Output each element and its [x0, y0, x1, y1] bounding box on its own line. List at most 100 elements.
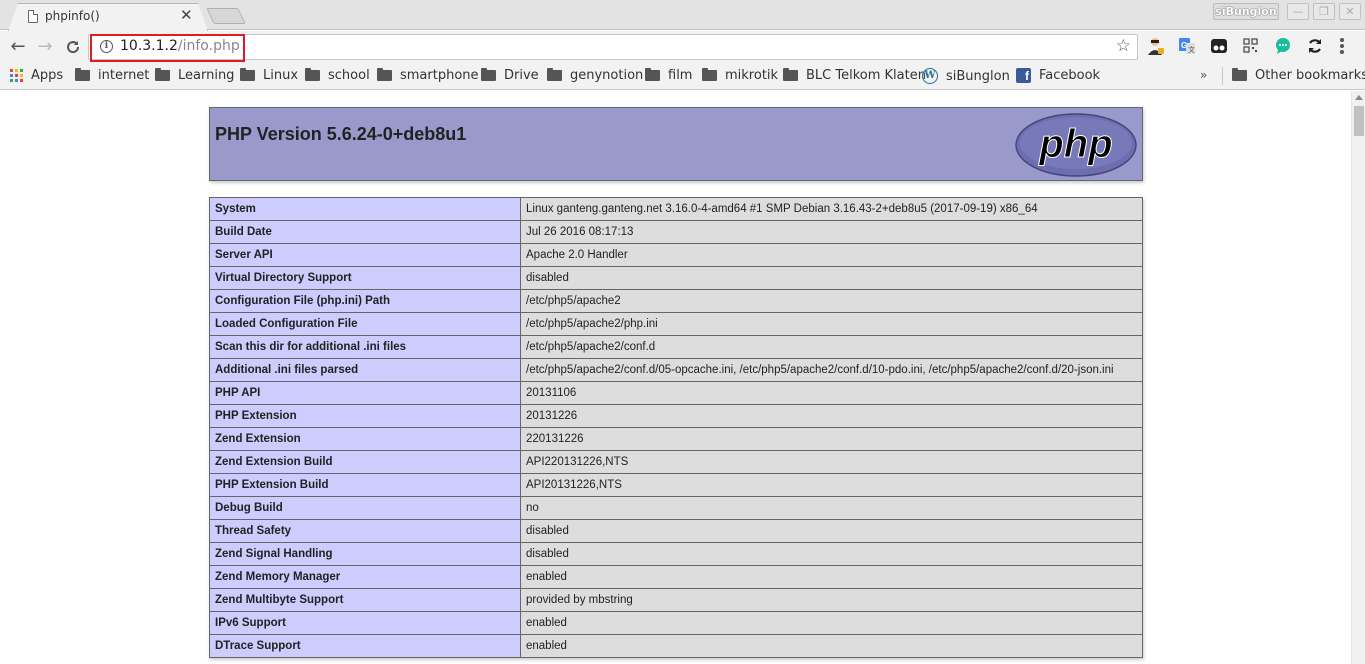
bookmark-label: internet: [98, 68, 150, 83]
bookmark-star-icon[interactable]: ☆: [1116, 36, 1131, 56]
back-button[interactable]: ←: [6, 35, 30, 59]
table-row: Loaded Configuration File/etc/php5/apach…: [209, 312, 1143, 336]
row-key: DTrace Support: [209, 634, 521, 658]
table-row: Server API Apache 2.0 Handler: [209, 243, 1143, 267]
bookmark-label: school: [328, 68, 370, 83]
php-logo-icon[interactable]: php: [1014, 112, 1138, 178]
row-value: Jul 26 2016 08:17:13: [520, 220, 1143, 244]
folder-icon: [547, 68, 562, 81]
bookmark-folder-linux[interactable]: Linux: [240, 68, 298, 83]
row-key: Additional .ini files parsed: [209, 358, 521, 382]
bookmarks-overflow-button[interactable]: »: [1200, 68, 1207, 82]
folder-icon: [783, 68, 798, 81]
row-key: Debug Build: [209, 496, 521, 520]
row-value: /etc/php5/apache2: [520, 289, 1143, 313]
sync-icon[interactable]: [1305, 36, 1327, 58]
row-value: enabled: [520, 634, 1143, 658]
apps-grid-icon: [10, 69, 23, 82]
table-row: PHP Extension Build API20131226,NTS: [209, 473, 1143, 497]
table-row: Zend Extension 220131226: [209, 427, 1143, 451]
folder-icon: [240, 68, 255, 81]
table-row: Zend Memory Manager enabled: [209, 565, 1143, 589]
address-bar[interactable]: i 10.3.1.2/info.php ☆: [88, 34, 1138, 60]
bookmark-label: Learning: [178, 68, 235, 83]
row-value: provided by mbstring: [520, 588, 1143, 612]
google-translate-icon[interactable]: G文: [1177, 36, 1199, 58]
table-row: Scan this dir for additional .ini files /…: [209, 335, 1143, 359]
row-key: IPv6 Support: [209, 611, 521, 635]
facebook-icon: f: [1016, 68, 1031, 83]
vertical-scrollbar[interactable]: [1351, 91, 1365, 664]
info-icon[interactable]: i: [100, 40, 113, 53]
page-icon: [28, 10, 38, 23]
bookmark-label: Drive: [504, 68, 539, 83]
row-value: Apache 2.0 Handler: [520, 243, 1143, 267]
folder-icon: [155, 68, 170, 81]
tab-close-icon[interactable]: ✕: [180, 6, 193, 24]
row-value: enabled: [520, 611, 1143, 635]
close-window-button[interactable]: ✕: [1339, 3, 1361, 20]
bookmark-folder-film[interactable]: film: [645, 68, 692, 83]
table-row: System Linux ganteng.ganteng.net 3.16.0-4…: [209, 197, 1143, 221]
row-value: 20131106: [520, 381, 1143, 405]
folder-icon: [75, 68, 90, 81]
bookmark-folder-mikrotik[interactable]: mikrotik: [702, 68, 778, 83]
table-row: Build Date Jul 26 2016 08:17:13: [209, 220, 1143, 244]
tampermonkey-icon[interactable]: [1209, 36, 1231, 58]
bookmark-folder-internet[interactable]: internet: [75, 68, 149, 83]
bookmark-folder-school[interactable]: school: [305, 68, 370, 83]
chat-bubble-icon[interactable]: [1273, 36, 1295, 58]
url-text[interactable]: 10.3.1.2/info.php: [120, 38, 240, 54]
bookmark-facebook[interactable]: f Facebook: [1016, 68, 1100, 83]
bookmark-folder-genynotion[interactable]: genynotion: [547, 68, 643, 83]
bookmark-folder-learning[interactable]: Learning: [155, 68, 234, 83]
folder-icon: [481, 68, 496, 81]
folder-icon: [1232, 68, 1247, 81]
restore-button[interactable]: ❐: [1313, 3, 1335, 20]
toolbar: ← → i 10.3.1.2/info.php ☆ G文: [0, 31, 1365, 63]
minimize-button[interactable]: —: [1287, 3, 1309, 20]
profile-button[interactable]: siBunglon: [1213, 3, 1279, 20]
folder-icon: [305, 68, 320, 81]
table-row: DTrace Support enabled: [209, 634, 1143, 658]
table-row: Zend Signal Handling disabled: [209, 542, 1143, 566]
new-tab-button[interactable]: [206, 8, 246, 24]
bookmark-sibunglon[interactable]: W siBunglon: [922, 68, 1010, 84]
scroll-thumb[interactable]: [1354, 106, 1364, 136]
chrome-menu-icon[interactable]: [1340, 38, 1344, 56]
row-key: Build Date: [209, 220, 521, 244]
folder-icon: [702, 68, 717, 81]
row-key: PHP API: [209, 381, 521, 405]
table-row: Zend Multibyte Support provided by mbstri…: [209, 588, 1143, 612]
row-value: Linux ganteng.ganteng.net 3.16.0-4-amd64…: [520, 197, 1143, 221]
reload-icon: [67, 41, 80, 54]
row-key: Scan this dir for additional .ini files: [209, 335, 521, 359]
row-key: Zend Extension Build: [209, 450, 521, 474]
bookmark-folder-drive[interactable]: Drive: [481, 68, 539, 83]
bookmark-folder-smartphone[interactable]: smartphone: [377, 68, 479, 83]
title-bar: phpinfo() ✕ siBunglon — ❐ ✕: [0, 0, 1365, 31]
url-host: 10.3.1.2: [120, 38, 178, 54]
bookmark-label: genynotion: [570, 68, 644, 83]
table-row: Zend Extension Build API220131226,NTS: [209, 450, 1143, 474]
row-value: disabled: [520, 266, 1143, 290]
row-key: PHP Extension Build: [209, 473, 521, 497]
php-info-table: System Linux ganteng.ganteng.net 3.16.0-4…: [209, 197, 1143, 658]
row-value: API220131226,NTS: [520, 450, 1143, 474]
bookmark-label: film: [668, 68, 693, 83]
row-key: Configuration File (php.ini) Path: [209, 289, 521, 313]
row-key: Thread Safety: [209, 519, 521, 543]
bookmarks-divider: [1222, 67, 1223, 85]
bookmark-label: Linux: [263, 68, 299, 83]
row-value: /etc/php5/apache2/conf.d/05-opcache.ini,…: [520, 358, 1143, 382]
qr-code-icon[interactable]: [1241, 36, 1263, 58]
reload-button[interactable]: [61, 35, 85, 59]
spy-extension-icon[interactable]: [1146, 36, 1168, 58]
tab-content: phpinfo() ✕: [8, 3, 208, 31]
forward-button[interactable]: →: [33, 35, 57, 59]
scroll-up-arrow-icon[interactable]: [1355, 95, 1363, 100]
bookmark-apps[interactable]: Apps: [10, 68, 63, 83]
other-bookmarks[interactable]: Other bookmarks: [1232, 68, 1365, 83]
row-key: Zend Signal Handling: [209, 542, 521, 566]
bookmark-folder-blc-telkom-klaten[interactable]: BLC Telkom Klaten: [783, 68, 926, 83]
